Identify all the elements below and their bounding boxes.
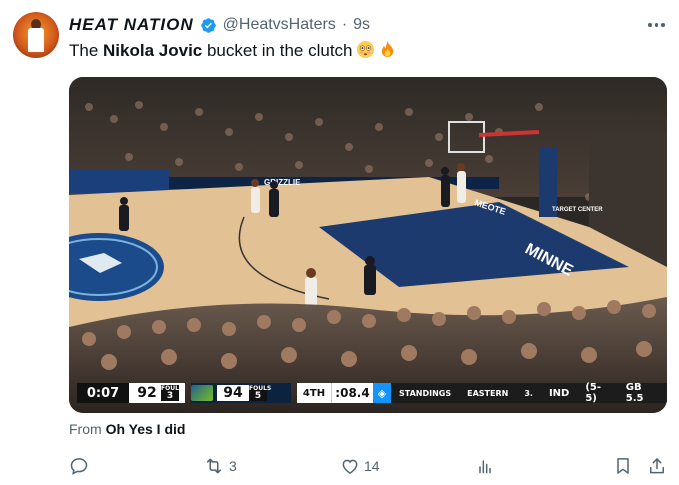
home-team-score-box: 94 FOULS 5 <box>191 383 291 403</box>
retweet-icon <box>207 458 221 474</box>
attribution-source[interactable]: Oh Yes I did <box>106 421 186 437</box>
standings-label: STANDINGS <box>399 388 452 398</box>
game-clock: 0:07 <box>77 383 129 403</box>
home-score: 94 <box>217 385 249 401</box>
bookmark-button[interactable] <box>613 455 633 477</box>
reply-button[interactable] <box>69 455 93 477</box>
flushed-face-emoji <box>356 40 374 59</box>
retweet-count: 3 <box>229 458 237 474</box>
tweet-header: HEAT NATION @HeatvsHaters · 9s <box>69 14 370 36</box>
baseline-ad-board <box>69 169 169 193</box>
tweet-text: The Nikola Jovic bucket in the clutch <box>69 40 397 61</box>
timestamp[interactable]: 9s <box>353 16 370 34</box>
court-baseline-word: GRIZZLIE <box>264 178 301 187</box>
fire-emoji <box>381 40 393 58</box>
avatar[interactable] <box>13 12 59 58</box>
games-back: GB 5.5 <box>625 382 644 404</box>
scoreboard: 0:07 92 FOULS 3 94 FOULS 5 4TH :08.4 ◈ STA… <box>77 382 667 404</box>
views-button[interactable] <box>475 455 495 477</box>
bookmark-icon <box>617 458 629 474</box>
avatar-jersey <box>28 28 44 52</box>
standing-record: (5-5) <box>585 382 602 404</box>
verified-badge-icon <box>200 17 216 33</box>
away-fouls-value: 3 <box>166 391 174 401</box>
like-count: 14 <box>364 458 380 474</box>
media-attribution: From Oh Yes I did <box>69 421 185 437</box>
share-button[interactable] <box>647 455 667 477</box>
shot-clock: :08.4 <box>331 383 373 403</box>
action-bar: 3 14 <box>69 455 669 477</box>
court-scene: MINNE MEOTE GRIZZLIE TARGET CENTER <box>69 77 667 413</box>
home-fouls: FOULS 5 <box>249 385 271 401</box>
tweet: HEAT NATION @HeatvsHaters · 9s The Nikol… <box>0 0 679 485</box>
period: 4TH <box>297 383 331 403</box>
like-heart-icon <box>342 459 358 474</box>
fanduel-shield-icon: ◈ <box>373 383 391 403</box>
video-media[interactable]: MINNE MEOTE GRIZZLIE TARGET CENTER 0:07 … <box>69 77 667 413</box>
away-score: 92 <box>137 385 157 401</box>
more-options-icon[interactable] <box>648 20 668 30</box>
conference-label: EASTERN <box>467 388 509 398</box>
target-center-sign: TARGET CENTER <box>552 207 603 213</box>
share-icon <box>650 458 664 474</box>
wolves-logo-icon <box>191 385 213 401</box>
home-fouls-value: 5 <box>254 391 262 401</box>
standing-team: IND <box>548 387 570 399</box>
handle[interactable]: @HeatvsHaters <box>223 16 336 34</box>
like-button[interactable]: 14 <box>340 455 380 477</box>
away-fouls: FOULS 3 <box>161 385 183 401</box>
tweet-text-prefix: The <box>69 41 104 60</box>
retweet-button[interactable]: 3 <box>203 455 237 477</box>
standings-ticker: STANDINGS EASTERN 3. IND (5-5) GB 5.5 <box>391 382 667 404</box>
tweet-text-suffix: bucket in the clutch <box>202 41 353 60</box>
display-name[interactable]: HEAT NATION <box>69 15 194 35</box>
standing-rank: 3. <box>524 388 533 398</box>
separator-dot: · <box>341 16 348 33</box>
tweet-text-bold: Nikola Jovic <box>103 41 203 60</box>
away-team-score-box: 92 FOULS 3 <box>129 383 185 403</box>
attribution-prefix: From <box>69 421 106 437</box>
analytics-bar-icon <box>479 460 491 474</box>
reply-icon <box>70 458 88 475</box>
